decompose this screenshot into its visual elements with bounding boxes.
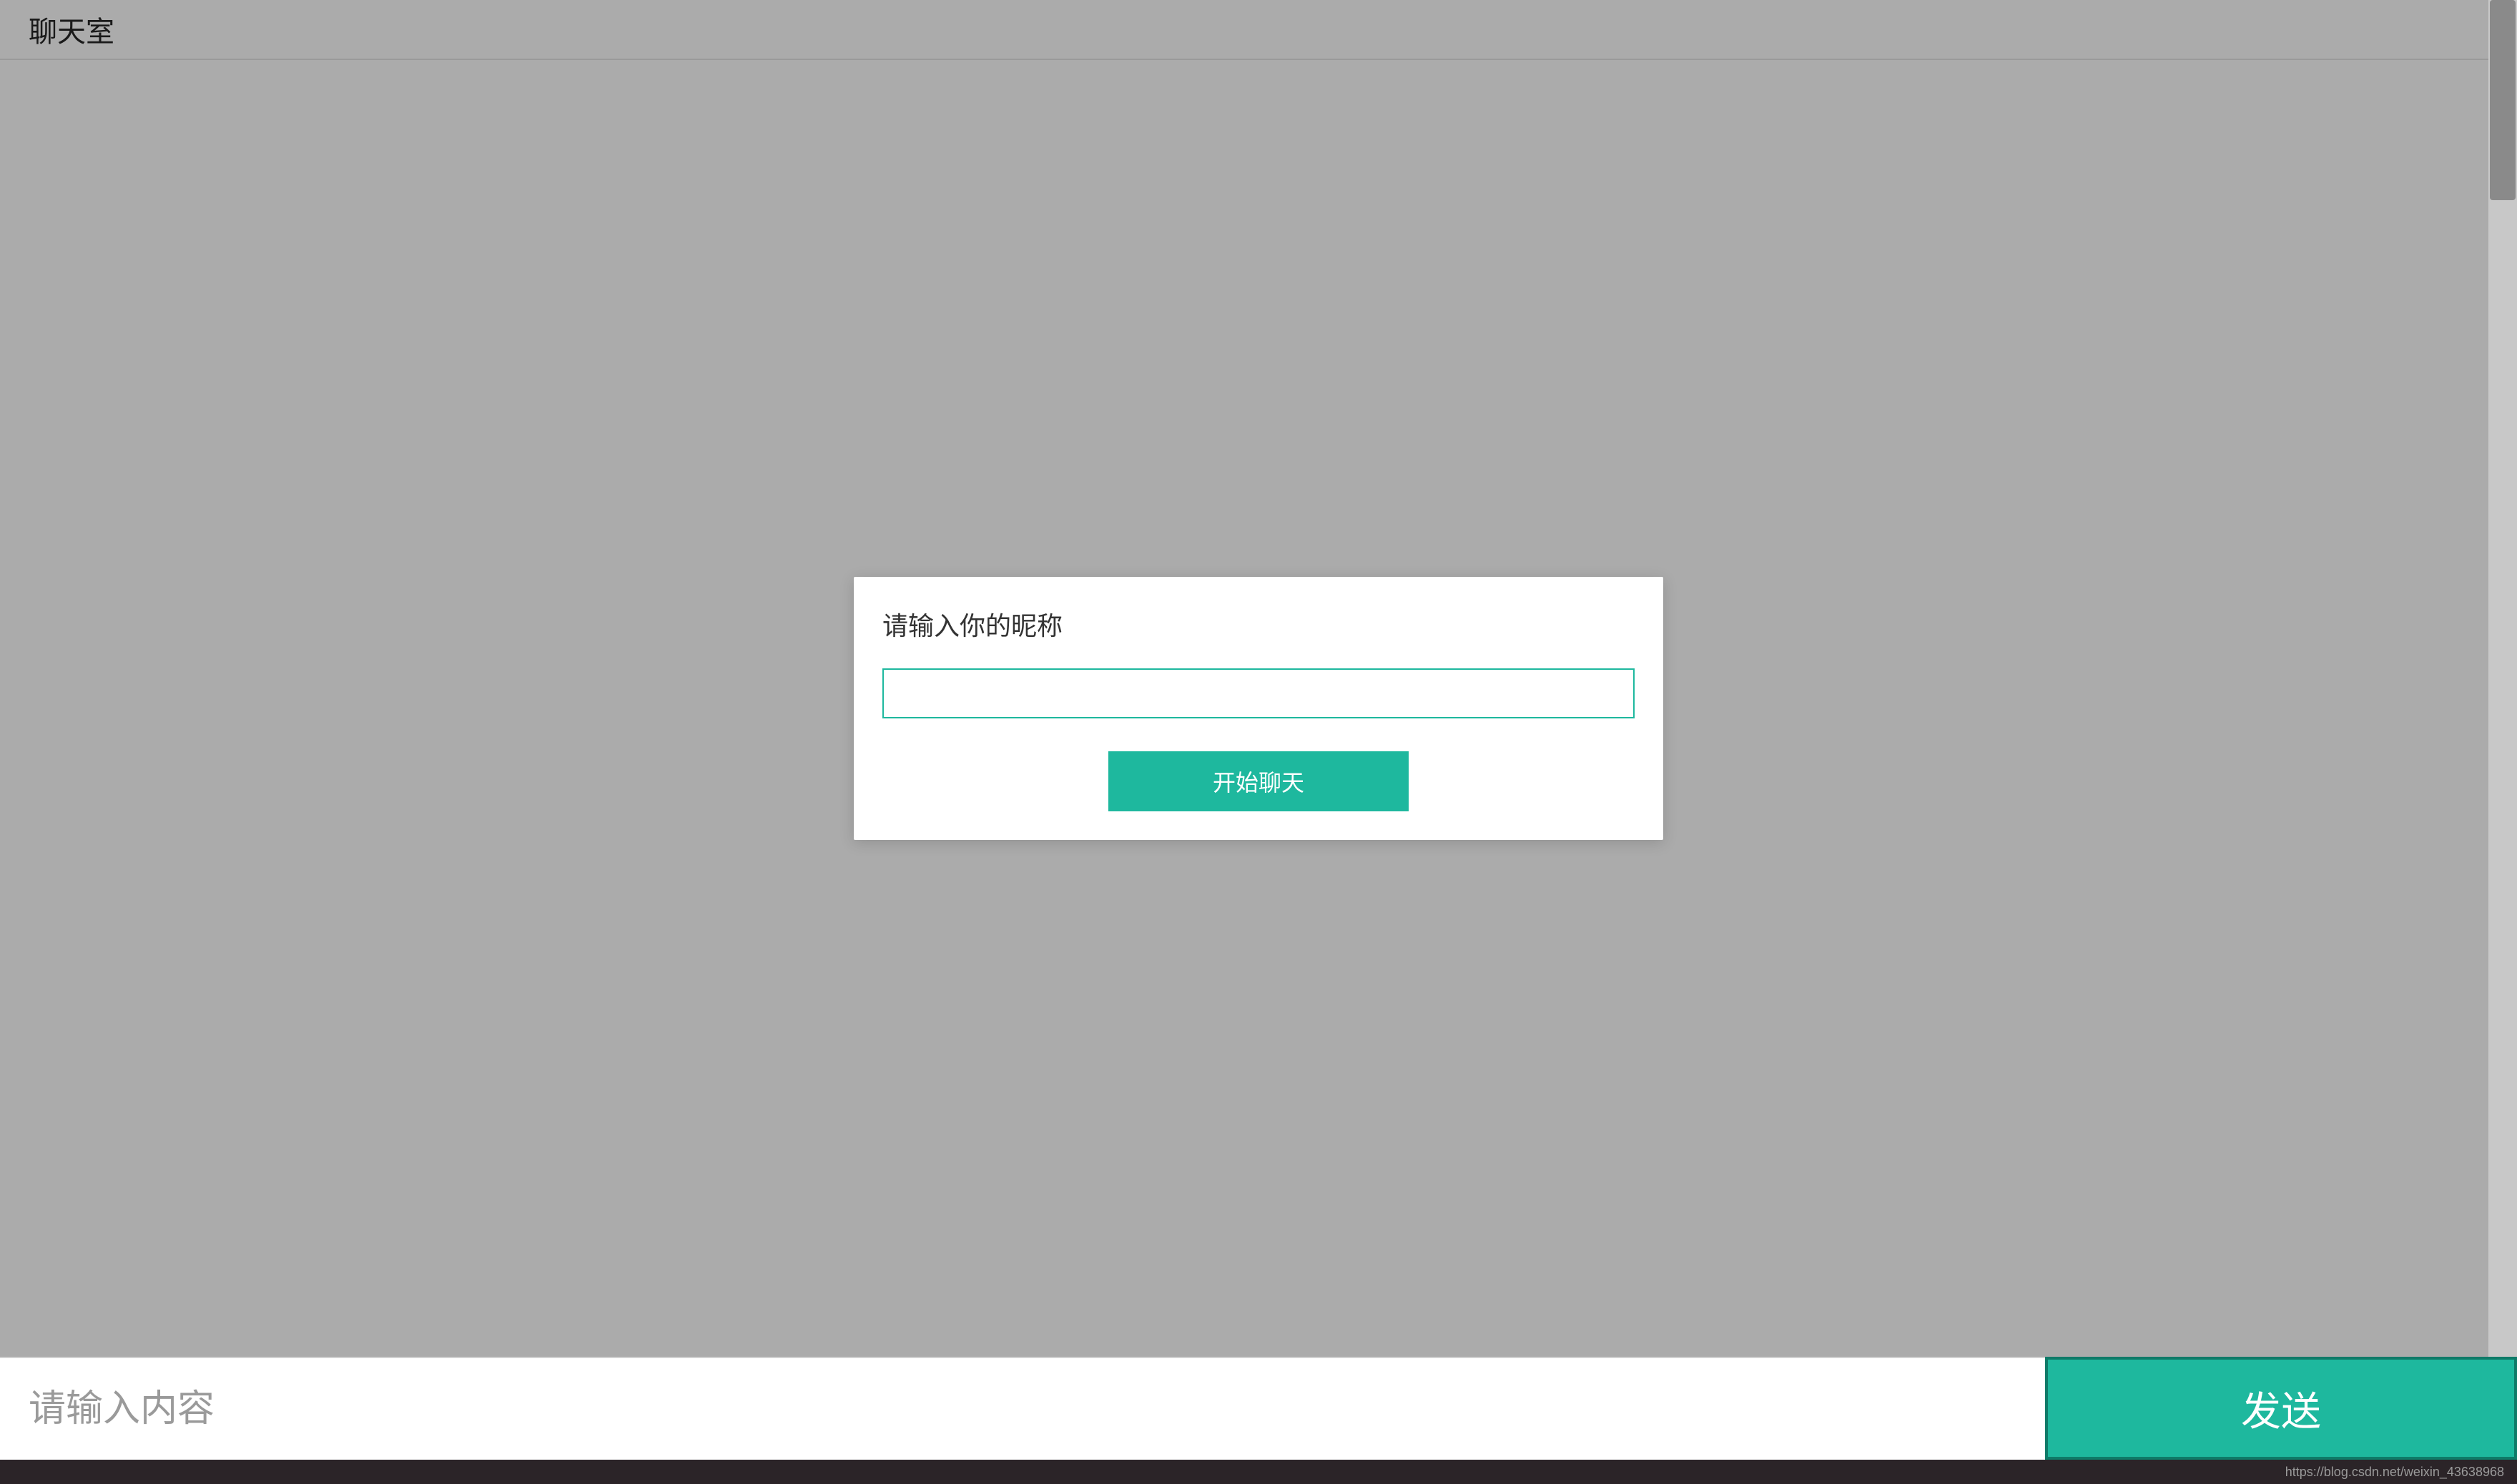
button-wrapper: 开始聊天 [882, 751, 1635, 811]
nickname-modal: 请输入你的昵称 开始聊天 [854, 577, 1663, 840]
bottom-bar: https://blog.csdn.net/weixin_43638968 [0, 1460, 2517, 1484]
message-input[interactable] [0, 1357, 2045, 1460]
main-content: 请输入你的昵称 开始聊天 [0, 60, 2517, 1357]
header: 聊天室 [0, 0, 2517, 60]
start-chat-button[interactable]: 开始聊天 [1108, 751, 1409, 811]
nickname-input[interactable] [882, 668, 1635, 718]
message-footer: 发送 [0, 1357, 2517, 1460]
send-button[interactable]: 发送 [2045, 1357, 2517, 1460]
page-title: 聊天室 [29, 9, 114, 50]
modal-title: 请输入你的昵称 [882, 605, 1635, 643]
watermark-text: https://blog.csdn.net/weixin_43638968 [2285, 1465, 2504, 1480]
